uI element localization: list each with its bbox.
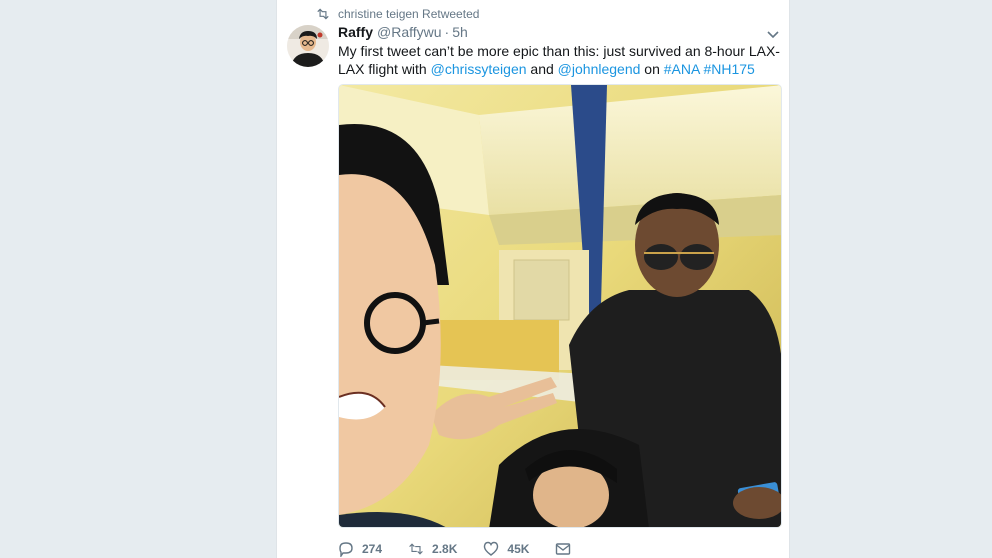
retweeted-by-label[interactable]: christine teigen Retweeted [338,7,479,21]
separator-dot: · [444,24,450,40]
retweet-icon [409,543,423,555]
direct-message-button[interactable] [555,541,579,557]
reply-count: 274 [362,542,383,556]
tweet-text: My first tweet can’t be more epic than t… [338,42,786,78]
tweet-timestamp[interactable]: 5h [452,24,468,40]
reply-button[interactable]: 274 [338,541,382,557]
tweet-photo[interactable] [338,84,782,528]
tweet-actions: 274 2.8K 45K [338,540,605,558]
tweet-card[interactable]: christine teigen Retweeted Raffy @Raffyw… [276,0,790,558]
tweet-text-part: and [526,61,558,77]
like-count: 45K [507,542,530,556]
mention-chrissyteigen[interactable]: @chrissyteigen [431,61,527,77]
hashtag-ana[interactable]: #ANA [664,61,700,77]
selfie-photo [339,85,781,527]
heart-icon [484,541,499,556]
avatar[interactable] [287,25,329,67]
hashtag-nh175[interactable]: #NH175 [703,61,754,77]
retweet-icon [317,8,329,20]
tweet-header: Raffy @Raffywu · 5h [338,24,468,41]
retweet-context: christine teigen Retweeted [316,6,479,22]
chevron-down-icon[interactable] [765,26,781,42]
author-name[interactable]: Raffy [338,24,373,40]
tweet-text-part: on [640,61,664,77]
mention-johnlegend[interactable]: @johnlegend [558,61,641,77]
retweet-count: 2.8K [432,542,458,556]
like-button[interactable]: 45K [483,541,529,557]
author-handle[interactable]: @Raffywu [377,24,442,40]
envelope-icon [556,543,571,555]
reply-icon [339,542,353,557]
retweet-button[interactable]: 2.8K [408,541,457,557]
